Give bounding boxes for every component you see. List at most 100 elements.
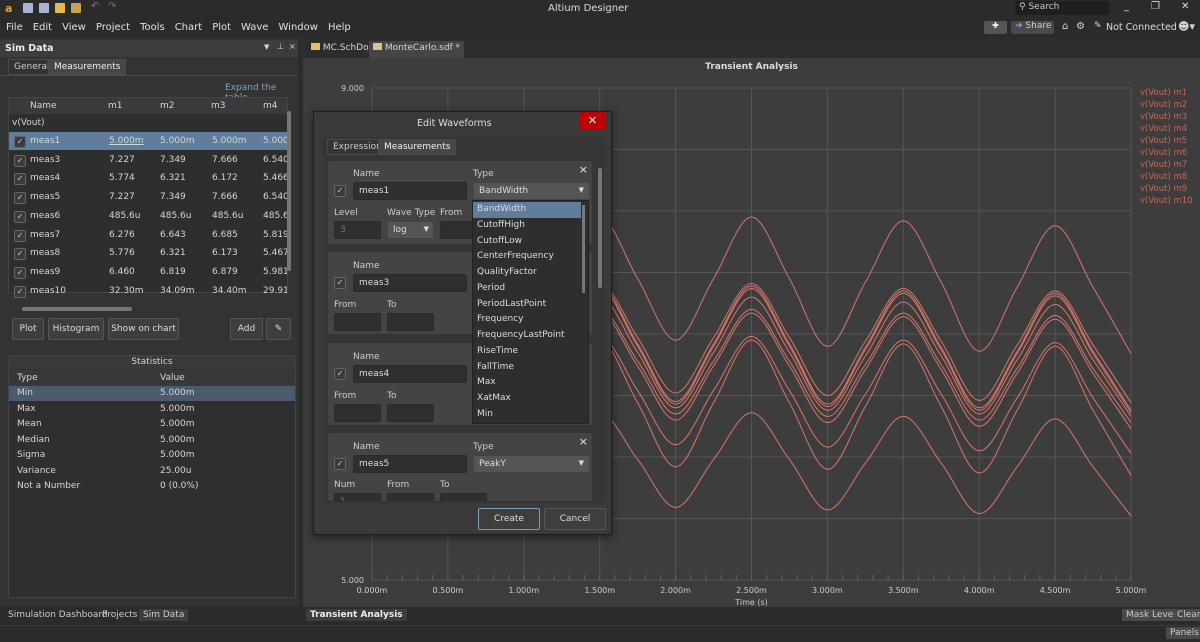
clear-button[interactable]: Clear [1173, 609, 1200, 621]
menu-tools[interactable]: Tools [140, 22, 165, 33]
name-field[interactable]: meas5 [353, 455, 467, 473]
dropdown-option[interactable]: Max [473, 375, 581, 391]
table-row[interactable]: ✓ meas9 6.460 6.819 6.879 5.981 [9, 263, 287, 281]
menu-help[interactable]: Help [328, 22, 351, 33]
level-field[interactable]: 3 [334, 221, 381, 239]
row-checkbox[interactable]: ✓ [14, 136, 26, 148]
dropdown-option[interactable]: Period [473, 281, 581, 297]
statistics-row[interactable]: Not a Number 0 (0.0%) [9, 479, 295, 494]
name-field[interactable]: meas1 [353, 182, 467, 200]
tab-transient-analysis[interactable]: Transient Analysis [306, 609, 407, 621]
table-row[interactable]: ✓ meas10 32.30m 34.09m 34.40m 29.91 [9, 282, 287, 300]
to-field[interactable] [440, 493, 487, 501]
table-row[interactable]: ✓ meas8 5.776 6.321 6.173 5.467 [9, 244, 287, 262]
table-row[interactable]: ✓ meas3 7.227 7.349 7.666 6.540 [9, 151, 287, 169]
dialog-close-button[interactable]: ✕ [580, 112, 605, 130]
enable-checkbox[interactable]: ✓ [334, 368, 346, 380]
mask-level-button[interactable]: Mask Level [1122, 609, 1180, 621]
open-folder-icon[interactable] [55, 3, 65, 13]
connection-status[interactable]: Not Connected [1106, 22, 1177, 33]
row-checkbox[interactable]: ✓ [14, 210, 26, 223]
feedback-button[interactable]: ✚ [984, 21, 1007, 34]
menu-chart[interactable]: Chart [175, 22, 202, 33]
table-row[interactable]: ✓ meas7 6.276 6.643 6.685 5.819 [9, 226, 287, 244]
save-icon[interactable] [23, 3, 33, 13]
restore-button[interactable]: ❐ [1151, 1, 1160, 12]
num-field[interactable]: 1 [334, 493, 381, 501]
panel-close-icon[interactable]: × [289, 42, 296, 51]
menu-file[interactable]: File [6, 22, 23, 33]
column-header-m2[interactable]: m2 [160, 101, 175, 111]
type-dropdown[interactable]: PeakY ▼ [473, 455, 590, 473]
user-account-icon[interactable]: ☻▾ [1178, 20, 1195, 33]
table-row[interactable]: ✓ meas4 5.774 6.321 6.172 5.466 [9, 169, 287, 187]
dropdown-option[interactable]: CutoffHigh [473, 218, 581, 234]
table-row[interactable]: ✓ meas6 485.6u 485.6u 485.6u 485.6 [9, 207, 287, 225]
dropdown-option[interactable]: CutoffLow [473, 234, 581, 250]
row-checkbox[interactable]: ✓ [14, 154, 26, 167]
tab-sim-data[interactable]: Sim Data [139, 609, 189, 621]
dropdown-option[interactable]: XatMax [473, 391, 581, 407]
menu-view[interactable]: View [62, 22, 86, 33]
statistics-row[interactable]: Variance 25.00u [9, 464, 295, 479]
dropdown-option[interactable]: PeriodLastPoint [473, 297, 581, 313]
dropdown-option[interactable]: RiseTime [473, 344, 581, 360]
share-button[interactable]: ➜ Share [1011, 21, 1054, 34]
row-checkbox[interactable]: ✓ [14, 192, 26, 205]
menu-project[interactable]: Project [96, 22, 130, 33]
horizontal-scrollbar[interactable] [22, 307, 132, 311]
remove-measurement-icon[interactable]: × [579, 163, 588, 176]
cancel-button[interactable]: Cancel [544, 508, 606, 530]
doc-tab-montecarlo[interactable]: MonteCarlo.sdf * [369, 41, 465, 58]
to-field[interactable] [387, 313, 434, 331]
dropdown-option[interactable]: Min [473, 407, 581, 423]
add-button[interactable]: Add [230, 318, 263, 340]
statistics-row[interactable]: Mean 5.000m [9, 417, 295, 432]
dialog-scrollbar[interactable] [598, 168, 602, 288]
tab-dialog-measurements[interactable]: Measurements [378, 139, 457, 155]
show-on-chart-button[interactable]: Show on chart [108, 318, 179, 340]
to-field[interactable] [387, 404, 434, 422]
create-button[interactable]: Create [478, 508, 540, 530]
close-button[interactable]: ✕ [1181, 1, 1189, 12]
table-row[interactable]: ✓ meas1 5.000m 5.000m 5.000m 5.000 [9, 132, 287, 150]
column-header-name[interactable]: Name [30, 101, 57, 111]
statistics-row[interactable]: Sigma 5.000m [9, 448, 295, 463]
dropdown-option[interactable]: CenterFrequency [473, 249, 581, 265]
row-checkbox[interactable]: ✓ [14, 266, 26, 279]
dropdown-option[interactable]: FrequencyLastPoint [473, 328, 581, 344]
row-checkbox[interactable]: ✓ [14, 229, 26, 242]
name-field[interactable]: meas4 [353, 365, 467, 383]
column-header-value[interactable]: Value [160, 373, 185, 383]
from-field[interactable] [334, 313, 381, 331]
redo-icon[interactable]: ↷ [108, 1, 116, 12]
open-project-icon[interactable] [71, 3, 81, 13]
undo-icon[interactable]: ↶ [91, 1, 99, 12]
remove-measurement-icon[interactable]: × [579, 435, 588, 448]
statistics-row[interactable]: Min 5.000m [9, 386, 295, 401]
menu-wave[interactable]: Wave [241, 22, 268, 33]
row-checkbox[interactable]: ✓ [14, 173, 26, 186]
column-header-type[interactable]: Type [17, 373, 38, 383]
dropdown-option[interactable]: Frequency [473, 312, 581, 328]
menu-edit[interactable]: Edit [33, 22, 52, 33]
tab-simulation-dashboard[interactable]: Simulation Dashboard [4, 609, 112, 621]
name-field[interactable]: meas3 [353, 274, 467, 292]
panel-menu-icon[interactable]: ▼ [264, 43, 269, 51]
row-checkbox[interactable]: ✓ [14, 285, 26, 298]
from-field[interactable] [387, 493, 434, 501]
save-all-icon[interactable] [39, 3, 49, 13]
histogram-button[interactable]: Histogram [48, 318, 104, 340]
tab-projects[interactable]: Projects [98, 609, 141, 621]
row-checkbox[interactable]: ✓ [14, 248, 26, 261]
home-icon[interactable]: ⌂ [1062, 21, 1068, 32]
minimize-button[interactable]: _ [1124, 1, 1129, 12]
column-header-m4[interactable]: m4 [263, 101, 278, 111]
edit-button[interactable]: ✎ [266, 318, 291, 340]
table-row[interactable]: ✓ meas5 7.227 7.349 7.666 6.540 [9, 188, 287, 206]
pin-icon[interactable]: ⊥ [277, 42, 284, 51]
statistics-row[interactable]: Median 5.000m [9, 433, 295, 448]
panels-button[interactable]: Panels [1166, 627, 1200, 639]
menu-plot[interactable]: Plot [212, 22, 231, 33]
from-field[interactable] [334, 404, 381, 422]
